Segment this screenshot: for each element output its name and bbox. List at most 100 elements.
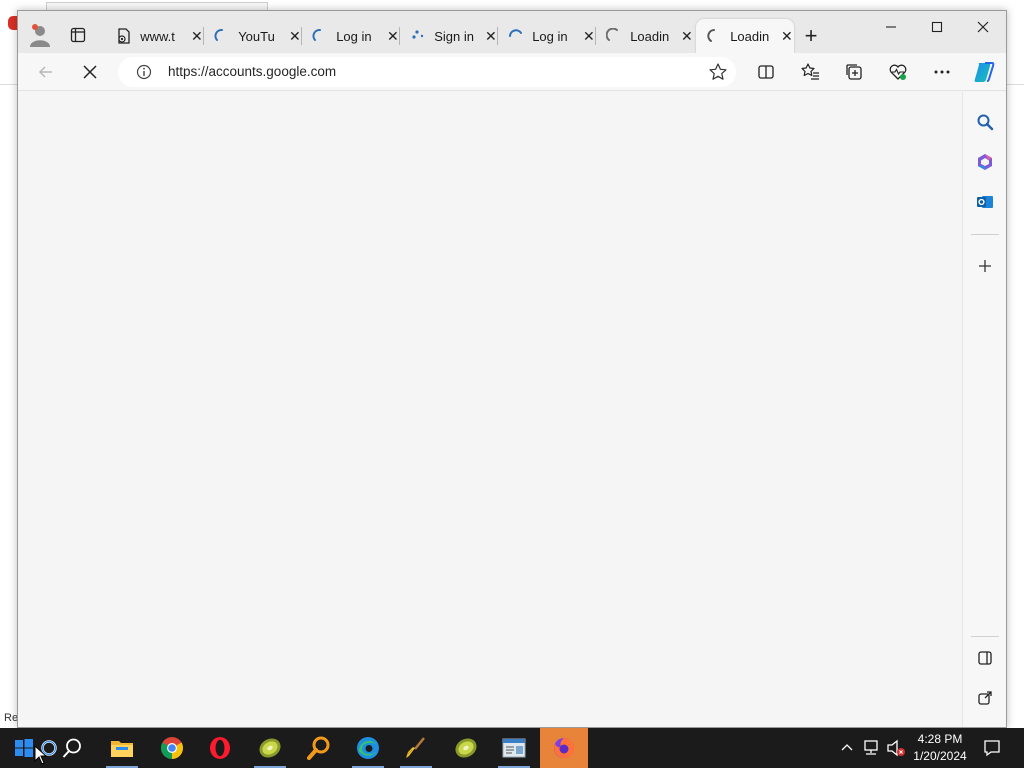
- taskbar-file-explorer[interactable]: [100, 728, 144, 768]
- sidebar-outlook-button[interactable]: [973, 190, 997, 214]
- browser-tab[interactable]: Loadin ✕: [596, 19, 694, 53]
- taskbar: 4:28 PM 1/20/2024: [0, 728, 1024, 768]
- split-screen-button[interactable]: [752, 58, 780, 86]
- minimize-icon: [886, 26, 896, 28]
- volume-button[interactable]: [884, 728, 908, 768]
- sidebar-divider: [971, 636, 999, 637]
- plus-icon: +: [804, 23, 818, 48]
- browser-tab[interactable]: Log in ✕: [302, 19, 400, 53]
- speaker-muted-icon: [887, 739, 905, 757]
- sidebar-m365-button[interactable]: [973, 150, 997, 174]
- navigation-toolbar: https://accounts.google.com: [18, 53, 1006, 91]
- open-external-button[interactable]: [973, 686, 997, 710]
- new-tab-button[interactable]: +: [798, 23, 824, 49]
- taskbar-opera[interactable]: [198, 728, 242, 768]
- clock-date: 1/20/2024: [913, 749, 967, 763]
- collections-icon: [846, 64, 862, 80]
- sidebar-divider: [971, 234, 999, 235]
- close-tab-icon[interactable]: ✕: [780, 28, 794, 44]
- stop-loading-button[interactable]: [76, 58, 104, 86]
- taskbar-kiwi-app[interactable]: [444, 728, 488, 768]
- split-screen-icon: [758, 65, 774, 79]
- background-divider: [0, 84, 18, 85]
- firefox-icon: [554, 737, 575, 758]
- close-tab-icon[interactable]: ✕: [680, 28, 694, 44]
- profile-button[interactable]: [28, 23, 52, 47]
- browser-essentials-button[interactable]: [884, 58, 912, 86]
- plus-icon: [979, 260, 991, 272]
- browser-tab[interactable]: Log in ✕: [498, 19, 596, 53]
- tab-actions-button[interactable]: [66, 23, 90, 47]
- sidebar-add-button[interactable]: [973, 254, 997, 278]
- document-icon: [116, 27, 132, 45]
- edge-icon: [357, 737, 379, 759]
- taskbar-clock[interactable]: 4:28 PM 1/20/2024: [906, 731, 974, 765]
- tab-title: Log in: [336, 28, 372, 44]
- heart-pulse-icon: [889, 64, 907, 80]
- taskbar-notepad[interactable]: [492, 728, 536, 768]
- stop-icon: [83, 65, 97, 79]
- minimize-button[interactable]: [868, 11, 914, 43]
- network-status-button[interactable]: [860, 728, 882, 768]
- site-info-icon[interactable]: [136, 64, 152, 80]
- edge-sidebar: [962, 92, 1006, 727]
- taskbar-ccleaner[interactable]: [394, 728, 438, 768]
- search-app-icon: [307, 736, 330, 760]
- copilot-button[interactable]: [970, 58, 998, 86]
- taskbar-edge[interactable]: [346, 728, 390, 768]
- edge-browser-window: www.t ✕ YouTu ✕ Log in ✕ Sign in ✕ Log i…: [17, 10, 1007, 728]
- close-icon: [977, 21, 989, 33]
- loading-spinner-icon: [214, 27, 230, 45]
- back-button[interactable]: [32, 58, 60, 86]
- favorite-star-icon[interactable]: [708, 62, 728, 82]
- loading-spinner-icon: [606, 27, 622, 45]
- kiwi-icon: [259, 738, 281, 758]
- copilot-icon: [974, 62, 995, 82]
- outlook-icon: [977, 196, 993, 208]
- action-center-button[interactable]: [980, 728, 1004, 768]
- tab-title: Loadin: [730, 28, 770, 44]
- profile-icon: [30, 24, 50, 47]
- collections-button[interactable]: [840, 58, 868, 86]
- background-status-text: Re: [4, 712, 19, 724]
- tab-strip: www.t ✕ YouTu ✕ Log in ✕ Sign in ✕ Log i…: [18, 11, 1006, 53]
- search-icon: [977, 114, 994, 131]
- address-bar[interactable]: https://accounts.google.com: [118, 57, 736, 87]
- close-window-button[interactable]: [960, 11, 1006, 43]
- loading-spinner-icon: [312, 27, 328, 45]
- browser-tab-active[interactable]: Loadin ✕: [696, 19, 794, 53]
- tab-title: www.t: [140, 28, 175, 44]
- close-tab-icon[interactable]: ✕: [484, 28, 498, 44]
- microsoft-365-icon: [978, 154, 992, 170]
- ccleaner-icon: [406, 737, 425, 758]
- back-arrow-icon: [38, 66, 52, 78]
- taskbar-chrome[interactable]: [150, 728, 194, 768]
- taskbar-kiwi-app[interactable]: [248, 728, 292, 768]
- show-hidden-icons-button[interactable]: [836, 728, 858, 768]
- clock-time: 4:28 PM: [917, 732, 963, 746]
- browser-tab[interactable]: www.t ✕: [106, 19, 204, 53]
- page-content-area: [18, 92, 962, 727]
- kiwi-icon: [455, 738, 477, 758]
- close-tab-icon[interactable]: ✕: [582, 28, 596, 44]
- favorites-button[interactable]: [796, 58, 824, 86]
- browser-tab[interactable]: Sign in ✕: [400, 19, 498, 53]
- opera-icon: [210, 737, 230, 759]
- loading-spinner-icon: [410, 27, 426, 45]
- browser-tab[interactable]: YouTu ✕: [204, 19, 302, 53]
- file-explorer-icon: [111, 741, 133, 757]
- tab-actions-icon: [70, 27, 86, 43]
- mouse-cursor-icon: [34, 745, 48, 765]
- hide-sidebar-button[interactable]: [973, 646, 997, 670]
- sidebar-search-button[interactable]: [973, 110, 997, 134]
- url-text[interactable]: https://accounts.google.com: [168, 64, 336, 79]
- search-button[interactable]: [50, 728, 94, 768]
- close-tab-icon[interactable]: ✕: [386, 28, 400, 44]
- close-tab-icon[interactable]: ✕: [190, 28, 204, 44]
- taskbar-search-app[interactable]: [297, 728, 341, 768]
- settings-and-more-button[interactable]: [928, 58, 956, 86]
- maximize-button[interactable]: [914, 11, 960, 43]
- taskbar-firefox[interactable]: [540, 728, 588, 768]
- close-tab-icon[interactable]: ✕: [288, 28, 302, 44]
- sidebar-toggle-icon: [978, 651, 992, 665]
